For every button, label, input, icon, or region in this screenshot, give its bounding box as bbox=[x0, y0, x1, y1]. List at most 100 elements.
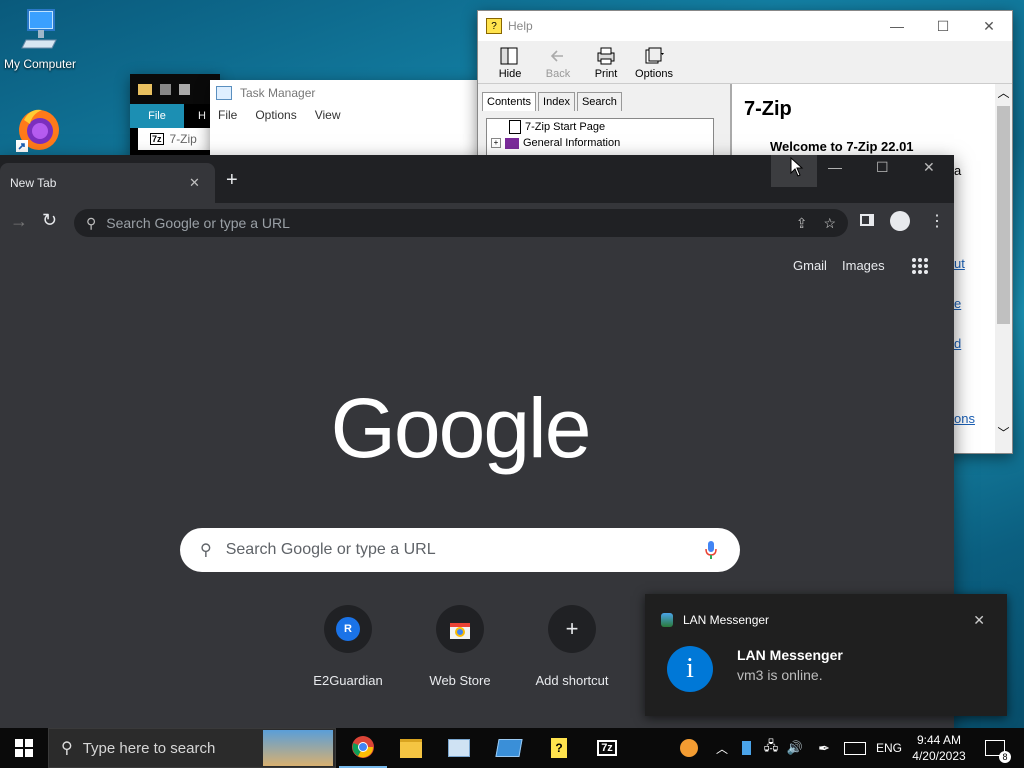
tm-menu-view[interactable]: View bbox=[315, 108, 341, 122]
side-panel-icon[interactable] bbox=[860, 214, 874, 226]
chrome-minimize-button[interactable]: — bbox=[828, 159, 842, 175]
input-language[interactable]: ENG bbox=[874, 728, 904, 768]
tm-menu-file[interactable]: File bbox=[218, 108, 237, 122]
minimize-button[interactable]: — bbox=[874, 11, 920, 41]
close-button[interactable]: ✕ bbox=[966, 11, 1012, 41]
options-icon bbox=[645, 47, 664, 64]
notification-toast[interactable]: LAN Messenger ✕ i LAN Messenger vm3 is o… bbox=[645, 594, 1007, 716]
network-icon[interactable]: 🖧 bbox=[760, 728, 782, 768]
share-icon[interactable]: ⇪ bbox=[796, 215, 808, 232]
taskbar-file-explorer[interactable] bbox=[387, 728, 435, 768]
bookmark-star-icon[interactable]: ☆ bbox=[823, 215, 836, 232]
zip-file-tab[interactable]: File bbox=[130, 104, 184, 128]
windows-logo-icon bbox=[15, 739, 33, 757]
new-tab-button[interactable]: + bbox=[226, 169, 238, 192]
help-window-title: Help bbox=[508, 19, 533, 33]
taskbar-app[interactable] bbox=[485, 728, 533, 768]
tab-close-icon[interactable]: ✕ bbox=[189, 175, 207, 191]
zip-window-background[interactable]: File H 7z 7-Zip bbox=[130, 74, 220, 160]
shortcut-add[interactable]: + Add shortcut bbox=[516, 605, 628, 688]
taskbar-task-manager[interactable] bbox=[435, 728, 483, 768]
lan-messenger-app-icon bbox=[661, 613, 673, 627]
mouse-cursor-icon bbox=[790, 157, 804, 177]
tree-item-label: 7-Zip Start Page bbox=[525, 121, 606, 133]
hide-label: Hide bbox=[498, 68, 522, 80]
zip-window-title: 7-Zip bbox=[169, 132, 197, 146]
clock-time: 9:44 AM bbox=[916, 733, 962, 747]
pen-icon[interactable]: ✒ bbox=[812, 728, 836, 768]
google-search-placeholder: Search Google or type a URL bbox=[225, 541, 436, 558]
folder-icon bbox=[138, 83, 152, 95]
gmail-link[interactable]: Gmail bbox=[793, 258, 827, 273]
e2guardian-icon: R bbox=[336, 617, 360, 641]
omnibox[interactable]: ⚲ Search Google or type a URL ⇪ ☆ bbox=[74, 209, 848, 237]
taskbar-chrome[interactable] bbox=[339, 728, 387, 768]
tree-item-general-info[interactable]: + General Information bbox=[487, 135, 713, 151]
search-icon: ⚲ bbox=[86, 214, 97, 231]
print-label: Print bbox=[594, 68, 618, 80]
tree-item-start-page[interactable]: 7-Zip Start Page bbox=[487, 119, 713, 135]
clock[interactable]: 9:44 AM 4/20/2023 bbox=[906, 728, 972, 768]
taskbar-help[interactable]: ? bbox=[535, 728, 583, 768]
toast-close-icon[interactable]: ✕ bbox=[973, 612, 985, 629]
chrome-close-button[interactable]: ✕ bbox=[923, 159, 935, 176]
help-partial-link[interactable]: e bbox=[954, 296, 961, 311]
chrome-menu-icon[interactable]: ⋮ bbox=[929, 211, 945, 231]
back-arrow-icon bbox=[550, 50, 563, 62]
help-app-icon: ? bbox=[486, 18, 502, 34]
profile-avatar-icon[interactable] bbox=[890, 211, 910, 231]
apps-grid-icon[interactable] bbox=[911, 257, 929, 275]
taskbar-search-placeholder: Type here to search bbox=[82, 739, 216, 757]
tab-new-tab[interactable]: New Tab ✕ bbox=[0, 163, 215, 203]
chrome-tab-bar: New Tab ✕ + — ☐ ✕ bbox=[0, 155, 954, 203]
taskbar-7zip[interactable]: 7z bbox=[583, 728, 631, 768]
options-label: Options bbox=[635, 68, 673, 80]
tab-search[interactable]: Search bbox=[576, 92, 622, 111]
scroll-thumb[interactable] bbox=[997, 106, 1010, 324]
desktop-icon-label: My Computer bbox=[3, 57, 77, 71]
shortcut-label: E2Guardian bbox=[313, 673, 383, 688]
chrome-maximize-button[interactable]: ☐ bbox=[876, 159, 889, 176]
tray-overflow-chevron-icon[interactable]: ︿ bbox=[712, 728, 732, 768]
shortcut-label: Web Store bbox=[429, 673, 491, 688]
taskbar-search-box[interactable]: ⚲ Type here to search bbox=[48, 728, 336, 768]
task-manager-window[interactable]: Task Manager File Options View bbox=[210, 80, 480, 160]
help-partial-link[interactable]: d bbox=[954, 336, 961, 351]
page-icon bbox=[509, 120, 521, 134]
microphone-icon[interactable] bbox=[704, 540, 718, 560]
desktop-icon-my-computer[interactable]: My Computer bbox=[0, 8, 80, 71]
notification-center-icon[interactable]: 8 bbox=[980, 728, 1011, 768]
help-hide-button[interactable]: Hide bbox=[486, 41, 534, 83]
firefox-desktop-icon[interactable] bbox=[16, 106, 62, 154]
book-icon bbox=[505, 137, 519, 149]
reload-icon[interactable]: ↻ bbox=[42, 210, 57, 231]
toast-app-name: LAN Messenger bbox=[683, 613, 770, 627]
scroll-down-icon: ﹀ bbox=[997, 426, 1010, 440]
scroll-up-icon: ︿ bbox=[997, 86, 1010, 100]
help-print-button[interactable]: Print bbox=[582, 41, 630, 83]
help-back-button[interactable]: Back bbox=[534, 41, 582, 83]
help-scrollbar[interactable]: ︿ ﹀ bbox=[995, 84, 1012, 453]
lan-messenger-tray-icon[interactable] bbox=[736, 728, 756, 768]
weather-icon[interactable] bbox=[672, 728, 706, 768]
shortcut-e2guardian[interactable]: R E2Guardian bbox=[292, 605, 404, 688]
help-partial-link[interactable]: ons bbox=[954, 411, 975, 426]
google-search-box[interactable]: ⚲ Search Google or type a URL bbox=[180, 528, 740, 572]
tab-contents[interactable]: Contents bbox=[482, 92, 537, 111]
images-link[interactable]: Images bbox=[842, 258, 885, 273]
shortcut-web-store[interactable]: Web Store bbox=[404, 605, 516, 688]
forward-arrow-icon[interactable]: → bbox=[10, 211, 28, 232]
maximize-button[interactable]: ☐ bbox=[920, 11, 966, 41]
help-partial-link[interactable]: ut bbox=[954, 256, 965, 271]
volume-icon[interactable]: 🔊 bbox=[784, 728, 806, 768]
folder-icon bbox=[400, 738, 422, 758]
tm-menu-options[interactable]: Options bbox=[255, 108, 296, 122]
help-options-button[interactable]: Options bbox=[630, 41, 678, 83]
tab-index[interactable]: Index bbox=[538, 92, 575, 111]
task-manager-icon bbox=[448, 739, 470, 757]
keyboard-icon[interactable] bbox=[842, 728, 868, 768]
start-button[interactable] bbox=[0, 728, 48, 768]
check-icon bbox=[160, 83, 171, 95]
info-icon: i bbox=[667, 646, 713, 692]
clock-date: 4/20/2023 bbox=[912, 749, 966, 763]
